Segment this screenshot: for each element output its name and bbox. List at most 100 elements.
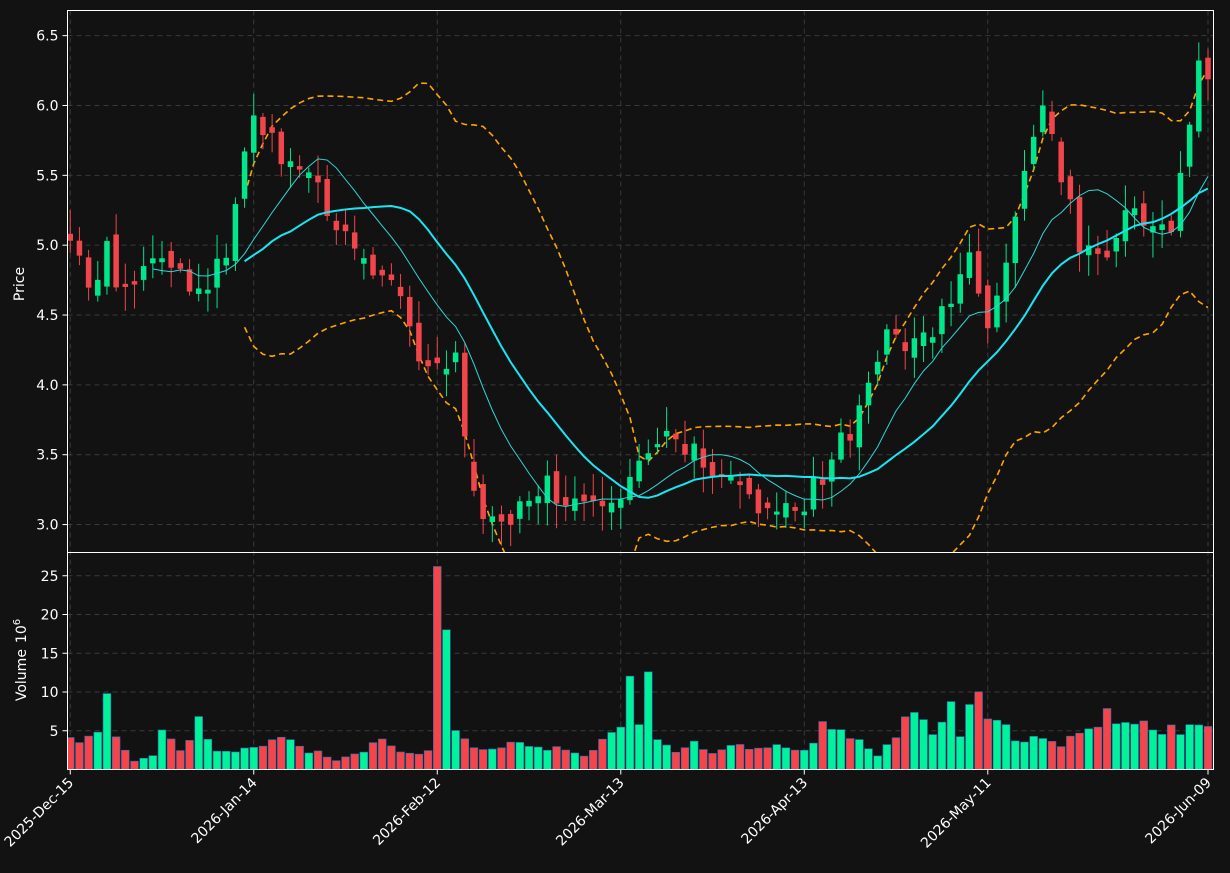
volume-bar <box>313 750 323 770</box>
volume-bar <box>671 751 681 770</box>
volume-bar <box>616 726 625 770</box>
candle-body <box>1196 60 1202 132</box>
volume-bar <box>1056 746 1066 770</box>
volume-bar <box>267 739 277 770</box>
volume-bar <box>937 721 947 770</box>
candle-body <box>608 502 615 513</box>
volume-bar <box>579 755 589 770</box>
volume-bar <box>203 739 213 770</box>
candle-body <box>920 332 927 346</box>
candle-body <box>168 250 174 268</box>
volume-bar <box>589 750 598 770</box>
candle-body <box>342 224 349 232</box>
candle-body <box>884 329 890 355</box>
volume-bar <box>763 747 772 770</box>
volume-tick-label: 25 <box>41 569 59 585</box>
candle-body <box>232 204 239 261</box>
volume-bar <box>726 745 736 770</box>
candle-body <box>636 460 642 482</box>
volume-bar <box>800 749 809 770</box>
volume-bar <box>882 744 892 770</box>
volume-bar <box>956 736 965 770</box>
candle-body <box>361 258 367 264</box>
volume-bar <box>332 760 341 770</box>
volume-tick-label: 15 <box>41 646 59 662</box>
volume-bar <box>708 753 717 770</box>
volume-bar <box>735 744 745 770</box>
volume-bar <box>992 719 1002 770</box>
candle-body <box>929 337 936 343</box>
volume-bar <box>222 750 231 770</box>
candle-body <box>1186 124 1193 167</box>
volume-bar <box>84 735 93 770</box>
candle-body <box>85 257 92 288</box>
volume-bar <box>1084 728 1093 770</box>
volume-bar <box>240 747 249 770</box>
candle-body <box>985 285 991 329</box>
candle-body <box>131 281 138 285</box>
volume-bar <box>662 744 671 770</box>
volume-bar <box>405 752 414 770</box>
volume-bar <box>901 716 910 770</box>
volume-bar <box>680 747 690 770</box>
volume-bar <box>1148 729 1158 770</box>
volume-bar <box>1075 732 1084 770</box>
volume-bar <box>1038 738 1048 770</box>
volume-bar <box>469 747 479 770</box>
volume-bar <box>781 747 791 770</box>
volume-bar <box>295 745 304 770</box>
candle-body <box>462 352 468 437</box>
candle-body <box>315 175 321 183</box>
volume-bar <box>533 746 543 770</box>
volume-bar <box>827 729 837 770</box>
volume-bar <box>121 749 130 770</box>
candle-body <box>269 127 275 133</box>
volume-bar <box>231 751 240 770</box>
volume-bar <box>478 749 488 770</box>
volume-bar <box>974 691 983 770</box>
candle-body <box>838 432 844 460</box>
price-tick-label: 4.5 <box>36 308 58 324</box>
candle-body <box>810 477 817 510</box>
candle-body <box>241 151 248 199</box>
volume-bar <box>515 742 525 770</box>
volume-bar <box>1194 724 1204 770</box>
candle-body <box>480 484 486 520</box>
candle-body <box>755 489 762 514</box>
price-tick-label: 3.0 <box>36 518 58 534</box>
candle-body <box>654 444 661 448</box>
volume-bar <box>148 755 158 770</box>
volume-bar <box>1020 741 1029 770</box>
volume-bar <box>378 738 387 770</box>
volume-bar <box>185 740 194 770</box>
candle-body <box>774 511 780 515</box>
candle-body <box>306 172 312 178</box>
volume-tick-label: 20 <box>41 608 59 624</box>
candle <box>241 147 248 208</box>
candle-body <box>975 251 982 294</box>
volume-bar <box>506 741 515 770</box>
candle-body <box>544 475 551 504</box>
volume-bar <box>699 749 708 770</box>
candle-body <box>1095 248 1101 254</box>
volume-bar <box>304 752 314 770</box>
volume-bar <box>368 742 378 770</box>
volume-bar <box>1102 708 1112 770</box>
candle-body <box>159 258 165 263</box>
volume-bar <box>1066 735 1075 770</box>
volume-bar <box>111 736 121 770</box>
candle-body <box>205 289 211 294</box>
price-tick-label: 5.0 <box>36 238 58 254</box>
candle-body <box>737 481 743 486</box>
candle-body <box>1040 105 1046 133</box>
volume-bar <box>524 746 534 770</box>
candle <box>104 236 110 295</box>
candle-body <box>1159 224 1165 230</box>
volume-bar <box>1121 722 1130 770</box>
volume-bar <box>102 693 112 770</box>
volume-bar <box>249 747 258 770</box>
candle-body <box>783 503 789 518</box>
candle-body <box>801 511 808 516</box>
candle-body <box>1067 176 1074 200</box>
candle-body <box>966 252 973 278</box>
